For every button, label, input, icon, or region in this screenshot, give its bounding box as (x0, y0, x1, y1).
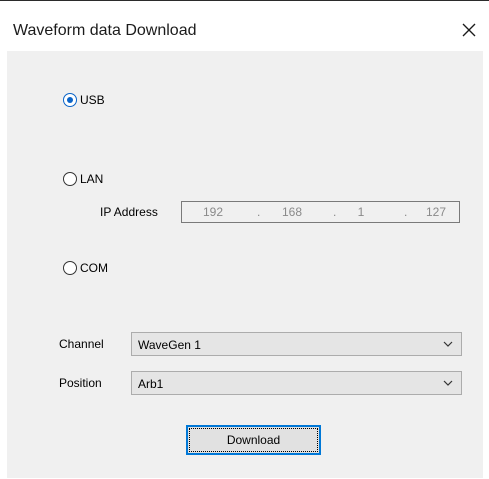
radio-usb-indicator (63, 93, 77, 107)
download-button-label: Download (189, 428, 318, 452)
radio-com-label: COM (80, 261, 108, 275)
ip-address-field[interactable]: 192 . 168 . 1 . 127 (181, 201, 460, 223)
ip-octet-3[interactable]: 1 (343, 205, 379, 219)
radio-usb[interactable]: USB (63, 93, 105, 107)
ip-octet-2[interactable]: 168 (274, 205, 310, 219)
ip-octet-4[interactable]: 127 (418, 205, 454, 219)
chevron-down-icon (443, 380, 453, 386)
title-bar: Waveform data Download (0, 1, 489, 51)
close-icon (462, 23, 476, 37)
chevron-down-icon (443, 341, 453, 347)
position-label: Position (59, 376, 102, 390)
radio-lan-label: LAN (80, 172, 104, 186)
dialog-client-area: USB LAN IP Address 192 . 168 . 1 . 127 C… (7, 51, 483, 478)
channel-dropdown[interactable]: WaveGen 1 (131, 332, 462, 356)
ip-address-label: IP Address (100, 205, 158, 219)
channel-label: Channel (59, 337, 104, 351)
dialog-title: Waveform data Download (13, 22, 197, 39)
channel-selected-value: WaveGen 1 (138, 338, 201, 352)
ip-separator: . (257, 205, 261, 219)
ip-separator: . (404, 205, 408, 219)
radio-lan-indicator (63, 172, 77, 186)
waveform-download-dialog: Waveform data Download USB LAN IP Addres… (0, 1, 489, 479)
position-selected-value: Arb1 (138, 377, 164, 391)
ip-octet-1[interactable]: 192 (195, 205, 231, 219)
close-button[interactable] (458, 19, 480, 41)
radio-com[interactable]: COM (63, 261, 108, 275)
ip-separator: . (333, 205, 337, 219)
radio-usb-label: USB (80, 93, 105, 107)
radio-com-indicator (63, 261, 77, 275)
position-dropdown[interactable]: Arb1 (131, 371, 462, 395)
radio-lan[interactable]: LAN (63, 172, 103, 186)
download-button[interactable]: Download (186, 425, 321, 455)
